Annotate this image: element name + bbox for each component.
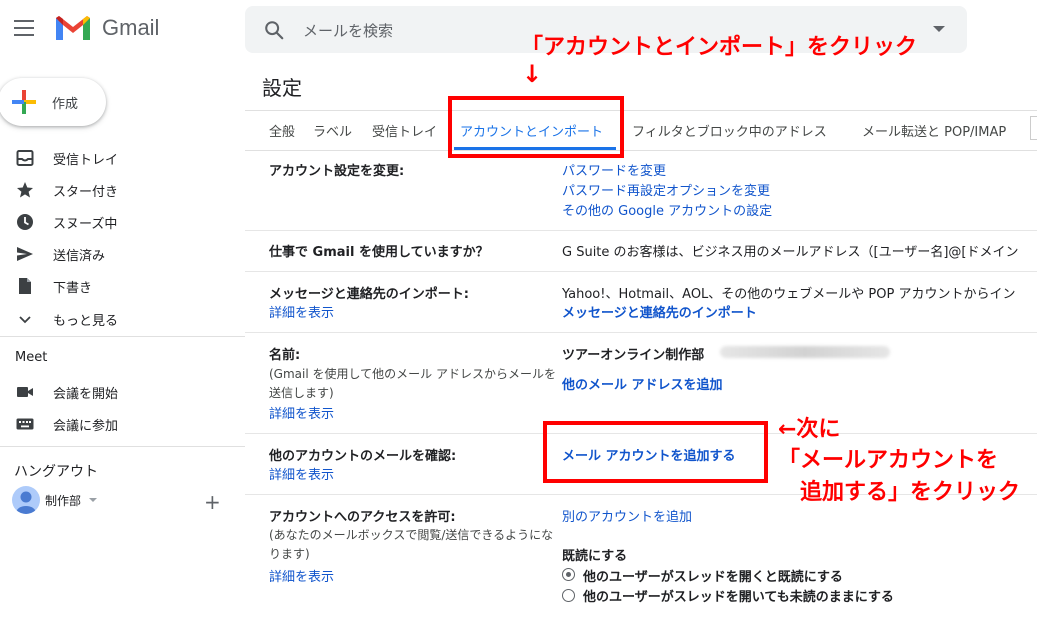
divider (245, 150, 1037, 151)
name-description: 送信します) (269, 386, 334, 400)
mark-read-radio[interactable] (562, 568, 575, 581)
tab-filters-blocked[interactable]: フィルタとブロック中のアドレス (632, 121, 827, 140)
chevron-down-icon (19, 316, 31, 324)
down-arrow-annotation: ↓ (522, 60, 543, 88)
row-divider (245, 271, 1037, 272)
change-recovery-options-link[interactable]: パスワード再設定オプションを変更 (562, 180, 770, 199)
blurred-email-address (720, 346, 890, 358)
sidebar-item-label: 会議を開始 (53, 387, 119, 402)
name-details-link[interactable]: 詳細を表示 (269, 403, 334, 422)
gmail-logo[interactable]: Gmail (54, 14, 159, 42)
video-icon (17, 387, 33, 397)
sidebar-item-label: 受信トレイ (53, 153, 119, 168)
keep-unread-radio-label[interactable]: 他のユーザーがスレッドを開いても未読のままにする (583, 586, 894, 605)
sender-name: ツアーオンライン制作部 (562, 348, 705, 363)
app-name: Gmail (102, 15, 160, 40)
instruction-next: ←次に (778, 417, 841, 442)
mark-read-radio-label[interactable]: 他のユーザーがスレッドを開くと既読にする (583, 566, 843, 585)
gmail-m-icon (56, 16, 90, 40)
sidebar-item-label: もっと見る (53, 314, 119, 329)
plus-icon (12, 90, 36, 114)
mark-read-title: 既読にする (562, 549, 628, 564)
sidebar-item-more[interactable]: もっと見る (0, 302, 240, 334)
check-mail-label: 他のアカウントのメールを確認: (269, 449, 457, 464)
add-hangout-plus-icon[interactable]: + (204, 492, 221, 512)
page-title: 設定 (262, 76, 302, 100)
inbox-icon (16, 150, 34, 166)
name-description: (Gmail を使用して他のメール アドレスからメールを (269, 367, 556, 381)
sidebar-item-sent[interactable]: 送信済み (0, 237, 240, 269)
name-label: 名前: (269, 348, 301, 363)
divider (245, 110, 1037, 111)
main-menu-icon[interactable] (14, 20, 34, 36)
keyboard-icon (16, 418, 34, 430)
work-gmail-label: 仕事で Gmail を使用していますか？ (269, 245, 489, 260)
send-icon (17, 247, 33, 261)
meet-join-meeting[interactable]: 会議に参加 (0, 407, 240, 439)
hangouts-section-title: ハングアウト (14, 464, 98, 480)
grant-access-description: ります) (269, 547, 310, 561)
instruction-accounts-tab: 「アカウントとインポート」をクリック (521, 35, 918, 60)
instruction-click: 追加する」をクリック (800, 480, 1021, 505)
search-icon[interactable] (263, 19, 285, 41)
other-google-account-settings-link[interactable]: その他の Google アカウントの設定 (562, 200, 772, 219)
change-password-link[interactable]: パスワードを変更 (562, 160, 666, 179)
sidebar-divider (0, 336, 245, 337)
add-another-address-link[interactable]: 他のメール アドレスを追加 (562, 374, 723, 393)
star-icon (17, 182, 33, 198)
keep-unread-radio[interactable] (562, 589, 575, 602)
import-description: Yahoo!、Hotmail、AOL、その他のウェブメールや POP アカウント… (562, 287, 1016, 302)
search-input[interactable]: メールを検索 (303, 20, 393, 41)
meet-section-title: Meet (15, 350, 48, 365)
sidebar-item-drafts[interactable]: 下書き (0, 269, 240, 301)
import-mail-contacts-link[interactable]: メッセージと連絡先のインポート (562, 302, 757, 321)
grant-access-description: (あなたのメールボックスで閲覧/送信できるようにな (269, 528, 554, 542)
sidebar-item-label: 送信済み (53, 249, 106, 264)
tab-labels[interactable]: ラベル (313, 121, 352, 140)
grant-access-label: アカウントへのアクセスを許可: (269, 510, 456, 525)
import-details-link[interactable]: 詳細を表示 (269, 302, 334, 321)
avatar[interactable] (12, 486, 40, 514)
search-options-icon[interactable] (933, 26, 945, 32)
clock-icon (17, 214, 33, 230)
change-account-label: アカウント設定を変更: (269, 164, 405, 179)
tab-inbox[interactable]: 受信トレイ (372, 121, 437, 140)
sidebar-divider (0, 446, 245, 447)
tabs-overflow[interactable] (1030, 116, 1037, 140)
sidebar-item-inbox[interactable]: 受信トレイ (0, 141, 240, 173)
sidebar-item-label: スター付き (53, 185, 119, 200)
sidebar-item-starred[interactable]: スター付き (0, 173, 240, 205)
compose-button[interactable]: 作成 (0, 78, 106, 126)
chevron-down-icon[interactable] (89, 498, 97, 502)
instruction-add-mail-account: 「メールアカウントを (778, 448, 999, 473)
sidebar-item-label: スヌーズ中 (53, 217, 118, 232)
highlight-box-add-account (543, 421, 768, 483)
sidebar-item-label: 下書き (53, 281, 93, 296)
highlight-box-tab (448, 96, 624, 158)
sidebar-item-label: 会議に参加 (53, 419, 119, 434)
person-icon (16, 491, 36, 514)
hangouts-user-name[interactable]: 制作部 (45, 492, 81, 509)
tab-forwarding-pop-imap[interactable]: メール転送と POP/IMAP (862, 121, 1006, 140)
grant-access-details-link[interactable]: 詳細を表示 (269, 566, 334, 585)
sidebar-item-snoozed[interactable]: スヌーズ中 (0, 205, 240, 237)
import-label: メッセージと連絡先のインポート: (269, 287, 469, 302)
gsuite-description: G Suite のお客様は、ビジネス用のメールアドレス（[ユーザー名]@[ドメイ… (562, 245, 1019, 260)
tab-general[interactable]: 全般 (269, 121, 295, 140)
row-divider (245, 332, 1037, 333)
check-mail-details-link[interactable]: 詳細を表示 (269, 464, 334, 483)
meet-start-meeting[interactable]: 会議を開始 (0, 375, 240, 407)
compose-label: 作成 (52, 97, 79, 112)
add-another-account-link[interactable]: 別のアカウントを追加 (562, 506, 692, 525)
draft-icon (19, 278, 31, 294)
row-divider (245, 230, 1037, 231)
